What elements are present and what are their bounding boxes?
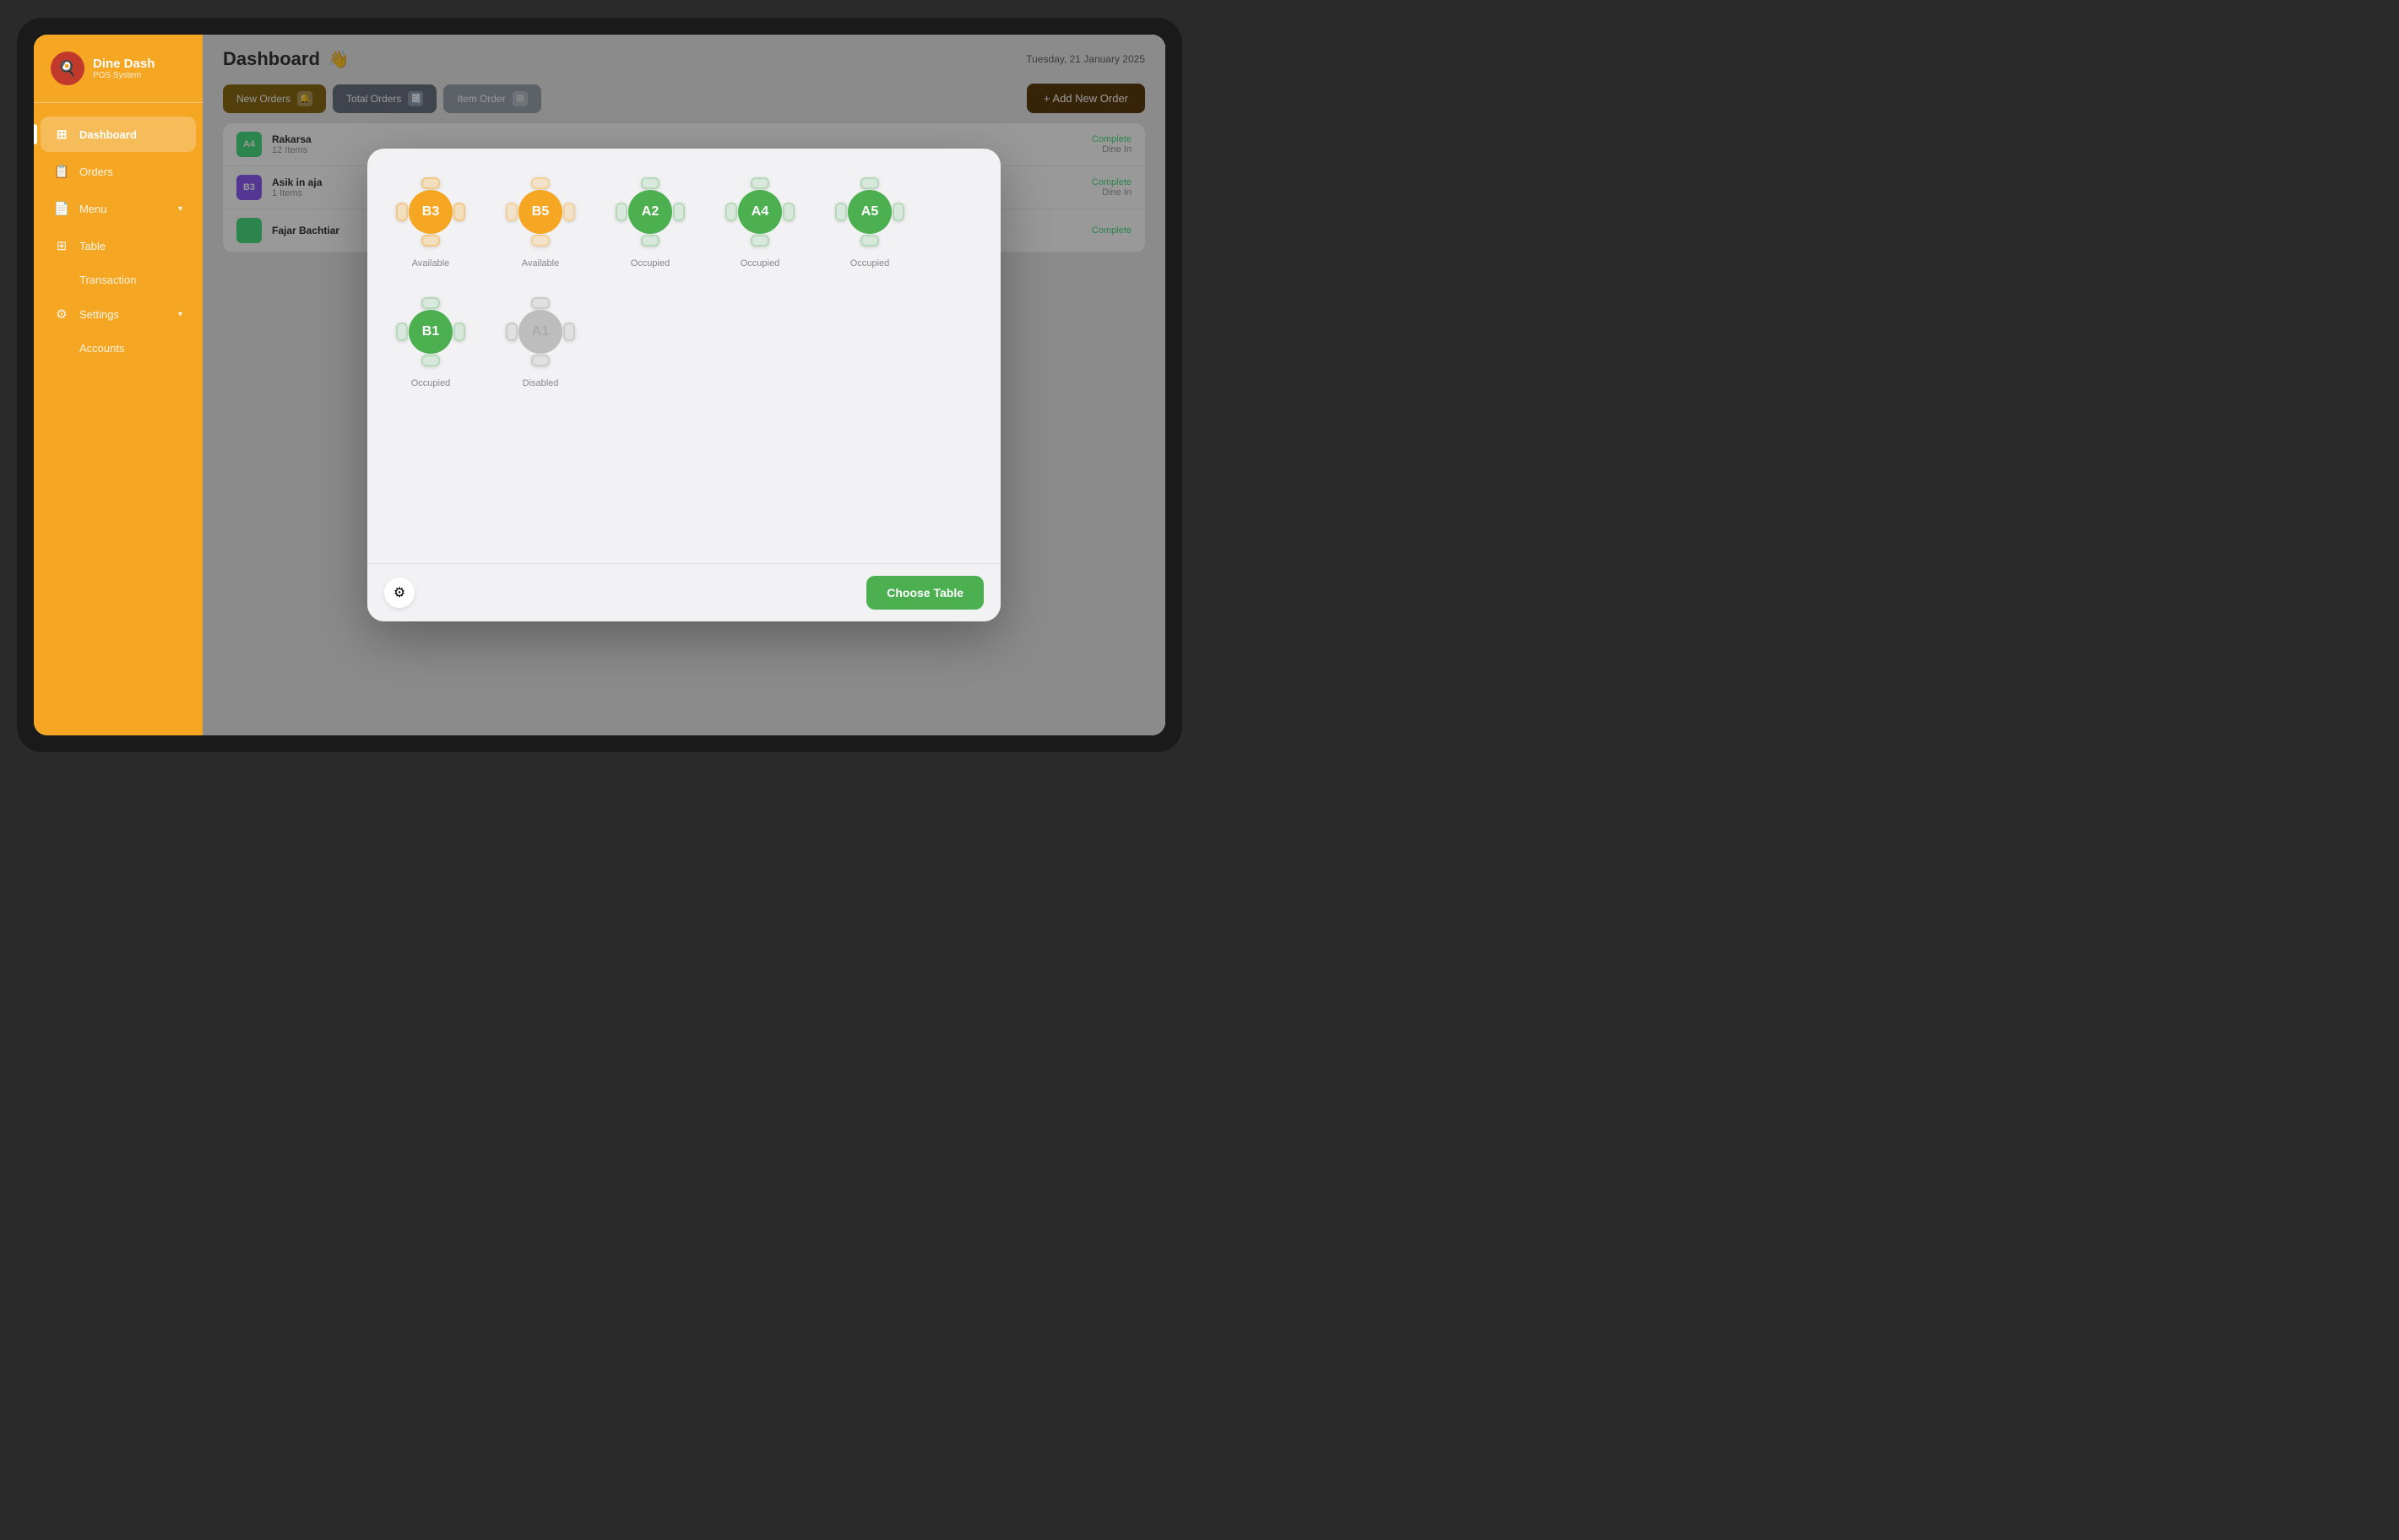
table-cross-b5: B5	[502, 174, 578, 250]
tables-grid: B3 Available	[393, 174, 975, 388]
modal-footer: ⚙ Choose Table	[367, 563, 1001, 621]
table-status-a1: Disabled	[523, 378, 559, 388]
sidebar-item-settings[interactable]: ⚙ Settings ▾	[41, 296, 196, 332]
settings-icon: ⚙	[54, 306, 69, 322]
table-cross-a4: A4	[722, 174, 798, 250]
dashboard-icon: ⊞	[54, 127, 69, 142]
table-status-b1: Occupied	[411, 378, 450, 388]
table-selection-modal: B3 Available	[367, 149, 1001, 621]
table-icon: ⊞	[54, 238, 69, 253]
settings-chevron-icon: ▾	[178, 310, 182, 319]
sidebar-item-menu[interactable]: 📄 Menu ▾	[41, 191, 196, 226]
orders-icon: 📋	[54, 164, 69, 179]
sidebar-item-table[interactable]: ⊞ Table	[41, 228, 196, 263]
sidebar-label-settings: Settings	[79, 308, 119, 321]
seat-bottom	[421, 235, 440, 247]
table-id-a1: A1	[518, 310, 562, 354]
seat-top	[531, 297, 550, 309]
seat-left	[725, 203, 737, 221]
sidebar-logo: 🍳 Dine Dash POS System	[34, 52, 203, 103]
table-cross-a2: A2	[612, 174, 688, 250]
sidebar-label-menu: Menu	[79, 203, 107, 215]
table-id-b3: B3	[409, 190, 453, 234]
table-id-a2: A2	[628, 190, 672, 234]
seat-top	[751, 177, 769, 189]
seat-left	[506, 323, 518, 341]
seat-top	[860, 177, 879, 189]
seat-left	[506, 203, 518, 221]
table-status-b3: Available	[412, 258, 449, 268]
seat-top	[421, 177, 440, 189]
footer-settings-icon[interactable]: ⚙	[384, 578, 415, 608]
sidebar: 🍳 Dine Dash POS System ⊞ Dashboard 📋 Ord…	[34, 35, 203, 735]
seat-right	[453, 203, 465, 221]
seat-bottom	[531, 235, 550, 247]
seat-right	[783, 203, 795, 221]
table-cross-a5: A5	[832, 174, 908, 250]
choose-table-button[interactable]: Choose Table	[866, 576, 984, 610]
seat-left	[835, 203, 847, 221]
seat-right	[453, 323, 465, 341]
seat-left	[396, 203, 408, 221]
sidebar-label-table: Table	[79, 240, 106, 252]
seat-right	[673, 203, 685, 221]
sidebar-label-accounts: Accounts	[79, 342, 124, 355]
logo-icon: 🍳	[51, 52, 84, 85]
seat-left	[396, 323, 408, 341]
tables-row-2: B1 Occupied	[393, 294, 975, 388]
table-status-a2: Occupied	[631, 258, 670, 268]
modal-overlay[interactable]: B3 Available	[203, 35, 1165, 735]
table-item-a2[interactable]: A2 Occupied	[612, 174, 688, 268]
main-content: Dashboard 👋 Tuesday, 21 January 2025 New…	[203, 35, 1165, 735]
table-cross-b1: B1	[393, 294, 469, 370]
table-id-a4: A4	[738, 190, 782, 234]
seat-left	[616, 203, 627, 221]
table-cross-b3: B3	[393, 174, 469, 250]
sidebar-item-orders[interactable]: 📋 Orders	[41, 154, 196, 189]
seat-bottom	[860, 235, 879, 247]
app-subtitle: POS System	[93, 71, 155, 80]
seat-bottom	[531, 355, 550, 366]
logo-text-block: Dine Dash POS System	[93, 57, 155, 80]
seat-top	[531, 177, 550, 189]
table-status-a5: Occupied	[850, 258, 889, 268]
sidebar-item-accounts[interactable]: Accounts	[41, 333, 196, 363]
seat-top	[641, 177, 659, 189]
sidebar-label-dashboard: Dashboard	[79, 128, 137, 141]
sidebar-nav: ⊞ Dashboard 📋 Orders 📄 Menu ▾ ⊞ Table	[34, 117, 203, 363]
table-item-b3[interactable]: B3 Available	[393, 174, 469, 268]
table-item-b1[interactable]: B1 Occupied	[393, 294, 469, 388]
table-cross-a1: A1	[502, 294, 578, 370]
sidebar-label-orders: Orders	[79, 165, 113, 178]
table-item-a5[interactable]: A5 Occupied	[832, 174, 908, 268]
table-status-a4: Occupied	[741, 258, 779, 268]
modal-body: B3 Available	[367, 149, 1001, 563]
menu-icon: 📄	[54, 201, 69, 216]
tables-row-1: B3 Available	[393, 174, 975, 268]
table-status-b5: Available	[522, 258, 559, 268]
table-id-b5: B5	[518, 190, 562, 234]
seat-bottom	[751, 235, 769, 247]
table-id-b1: B1	[409, 310, 453, 354]
sidebar-item-dashboard[interactable]: ⊞ Dashboard	[41, 117, 196, 152]
table-item-a4[interactable]: A4 Occupied	[722, 174, 798, 268]
sidebar-label-transaction: Transaction	[79, 274, 136, 286]
table-id-a5: A5	[848, 190, 892, 234]
seat-top	[421, 297, 440, 309]
seat-right	[563, 203, 575, 221]
seat-right	[893, 203, 904, 221]
table-item-a1[interactable]: A1 Disabled	[502, 294, 578, 388]
app-name: Dine Dash	[93, 57, 155, 71]
device-frame: 🍳 Dine Dash POS System ⊞ Dashboard 📋 Ord…	[17, 18, 1182, 752]
seat-right	[563, 323, 575, 341]
table-item-b5[interactable]: B5 Available	[502, 174, 578, 268]
seat-bottom	[421, 355, 440, 366]
app-container: 🍳 Dine Dash POS System ⊞ Dashboard 📋 Ord…	[34, 35, 1165, 735]
menu-chevron-icon: ▾	[178, 204, 182, 214]
seat-bottom	[641, 235, 659, 247]
sidebar-item-transaction[interactable]: Transaction	[41, 265, 196, 295]
